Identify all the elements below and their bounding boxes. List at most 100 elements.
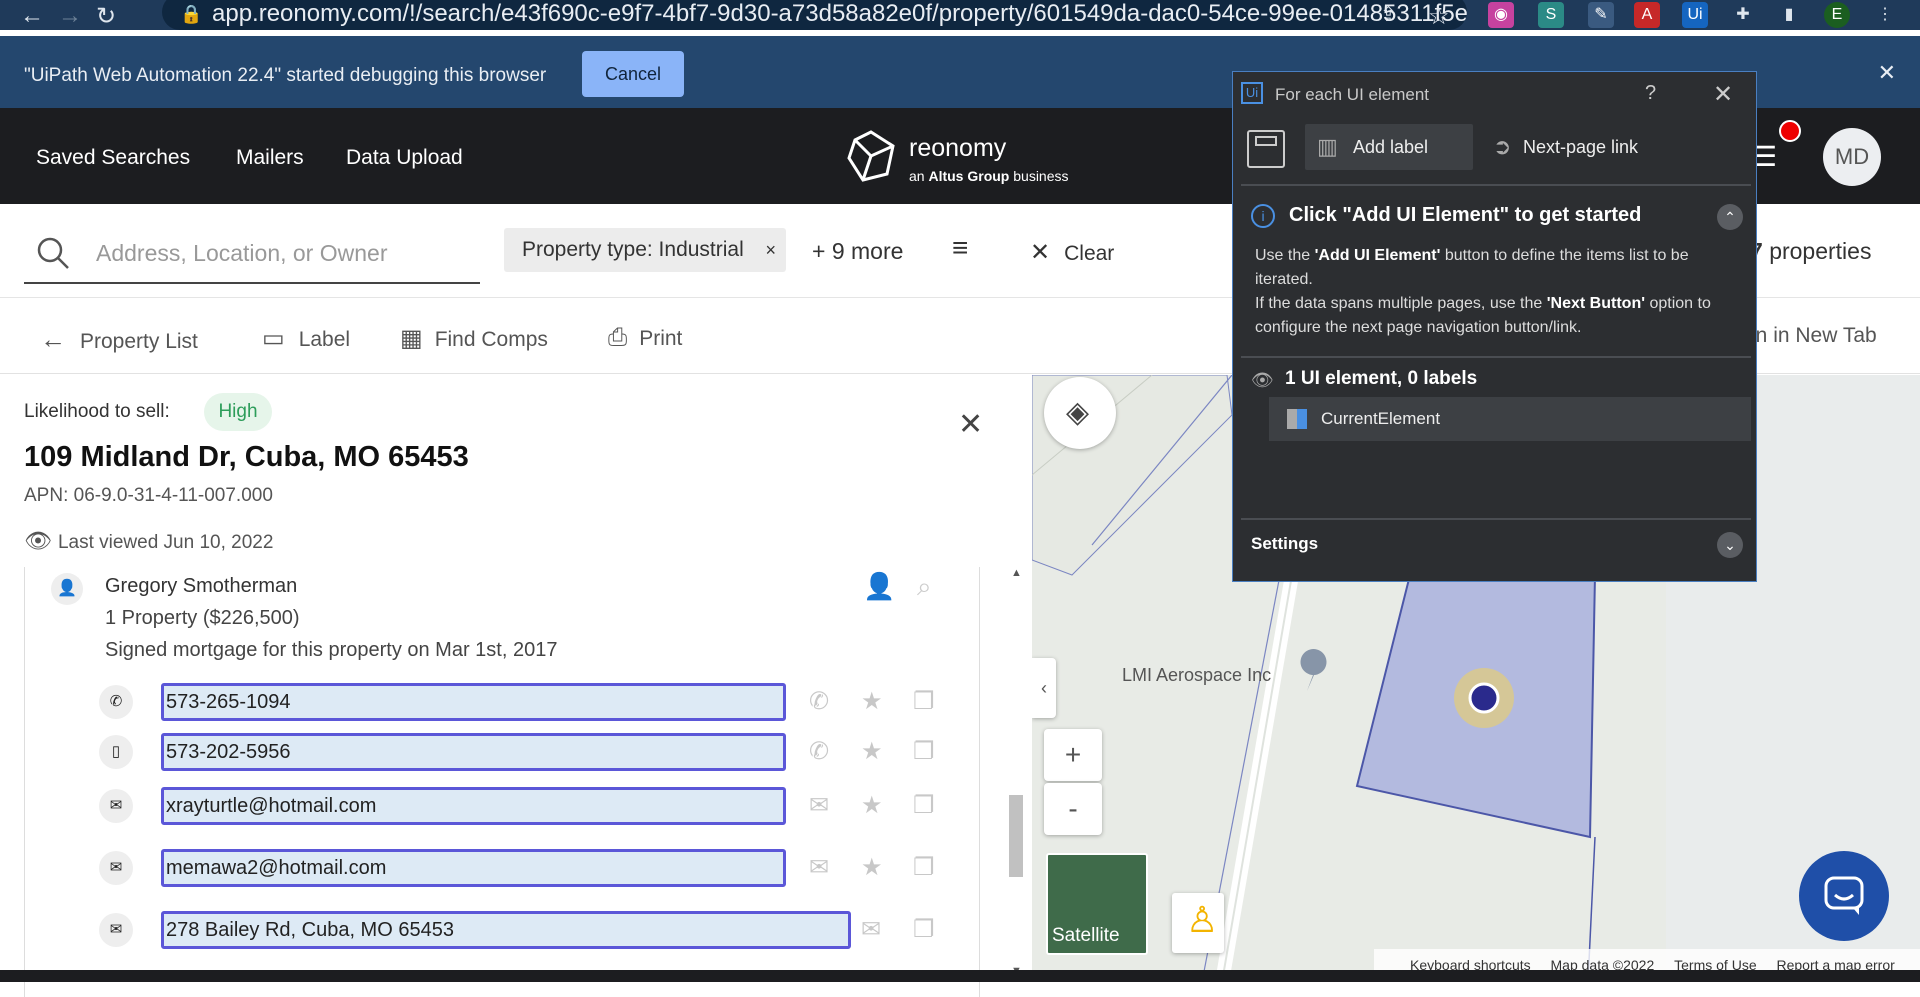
contact-field-email[interactable]: xrayturtle@hotmail.com — [161, 787, 786, 825]
hint-title: Click "Add UI Element" to get started — [1289, 204, 1642, 226]
profile-avatar[interactable]: E — [1824, 2, 1850, 28]
zoom-in-button[interactable]: + — [1044, 729, 1102, 781]
cancel-debug-button[interactable]: Cancel — [582, 51, 684, 97]
copy-icon[interactable]: ❐ — [913, 737, 935, 766]
collapse-chevron-icon[interactable]: ⌃ — [1717, 204, 1743, 230]
copy-icon[interactable]: ❐ — [913, 687, 935, 716]
favorite-star-icon[interactable]: ★ — [861, 791, 883, 820]
label-button[interactable]: ▭ Label — [262, 324, 350, 353]
address-bar[interactable]: 🔒 app.reonomy.com/!/search/e43f690c-e9f7… — [162, 0, 1467, 30]
info-icon: i — [1251, 204, 1275, 228]
clear-x-icon: ✕ — [1030, 239, 1051, 266]
extension-color-icon[interactable]: ◉ — [1488, 2, 1514, 28]
find-comps-button[interactable]: ▦ Find Comps — [400, 324, 548, 353]
print-button[interactable]: ⎙ Print — [608, 324, 682, 352]
satellite-label: Satellite — [1052, 925, 1120, 946]
phone-icon: ✆ — [99, 685, 133, 719]
printer-icon: ⎙ — [608, 324, 628, 351]
clear-label: Clear — [1064, 242, 1115, 265]
browser-toolbar: ← → ↻ 🔒 app.reonomy.com/!/search/e43f690… — [0, 0, 1920, 30]
mailbox-icon: ✉ — [99, 913, 133, 947]
chat-icon — [1824, 876, 1864, 915]
extensions-puzzle-icon[interactable]: ✚ — [1730, 2, 1756, 28]
call-icon[interactable]: ✆ — [809, 737, 829, 766]
satellite-toggle[interactable]: Satellite — [1046, 853, 1148, 955]
layers-icon: ◈ — [1066, 396, 1090, 429]
extension-pen-icon[interactable]: ✎ — [1588, 2, 1614, 28]
scroll-up-icon[interactable]: ▲ — [1011, 567, 1022, 579]
next-page-link-button[interactable]: ➲ Next-page link — [1485, 124, 1685, 170]
browser-menu-icon[interactable]: ⋮ — [1872, 2, 1898, 28]
current-element-item[interactable]: CurrentElement — [1269, 397, 1751, 441]
owner-search-icon[interactable]: ⌕ — [917, 571, 932, 603]
contact-field-mobile[interactable]: 573-202-5956 — [161, 733, 786, 771]
settings-label[interactable]: Settings — [1251, 534, 1318, 554]
map-poi-label[interactable]: LMI Aerospace Inc — [1122, 665, 1271, 686]
contact-field-email[interactable]: memawa2@hotmail.com — [161, 849, 786, 887]
mail-icon[interactable]: ✉ — [809, 853, 829, 882]
extension-s-icon[interactable]: S — [1538, 2, 1564, 28]
zoom-out-button[interactable]: - — [1044, 783, 1102, 835]
uipath-logo-icon: Ui — [1241, 82, 1263, 104]
property-address: 109 Midland Dr, Cuba, MO 65453 — [24, 441, 469, 473]
mailbox-action-icon[interactable]: ✉ — [861, 915, 881, 944]
open-new-tab-button[interactable]: en in New Tab — [1744, 324, 1877, 348]
uipath-panel-title: For each UI element — [1275, 85, 1430, 104]
search-input[interactable]: Address, Location, or Owner — [24, 224, 480, 284]
close-icon[interactable]: ✕ — [1713, 80, 1733, 109]
expand-chevron-icon[interactable]: ⌄ — [1717, 532, 1743, 558]
mail-icon[interactable]: ✉ — [809, 791, 829, 820]
property-list-button[interactable]: ← Property List — [40, 324, 198, 355]
back-arrow-icon[interactable]: ← — [20, 2, 44, 30]
add-label-button[interactable]: ▥ Add label — [1305, 124, 1473, 170]
extension-uipath-icon[interactable]: Ui — [1682, 2, 1708, 28]
bookmark-star-icon[interactable]: ☆ — [1428, 2, 1450, 31]
chat-launcher-button[interactable] — [1799, 851, 1889, 941]
side-panel-icon[interactable]: ▮ — [1776, 2, 1802, 28]
map-layers-button[interactable]: ◈ — [1044, 377, 1116, 449]
filter-chip-property-type[interactable]: Property type: Industrial × — [504, 228, 786, 272]
contact-field-phone[interactable]: 573-265-1094 — [161, 683, 786, 721]
copy-icon[interactable]: ❐ — [913, 915, 935, 944]
user-avatar[interactable]: MD — [1823, 128, 1881, 186]
divider — [1241, 184, 1751, 186]
reload-icon[interactable]: ↻ — [96, 2, 116, 31]
favorite-star-icon[interactable]: ★ — [861, 853, 883, 882]
eye-icon[interactable]: 👁 — [1251, 370, 1274, 391]
favorite-star-icon[interactable]: ★ — [861, 687, 883, 716]
favorite-star-icon[interactable]: ★ — [861, 737, 883, 766]
filter-icon[interactable]: ≡ — [952, 232, 968, 264]
help-icon[interactable]: ? — [1645, 82, 1656, 105]
street-view-pegman-icon[interactable]: ♙ — [1172, 893, 1224, 953]
forward-arrow-icon[interactable]: → — [58, 2, 82, 30]
panel-scrollbar[interactable]: ▲ ▼ — [1007, 567, 1025, 977]
nav-saved-searches[interactable]: Saved Searches — [36, 146, 190, 170]
close-panel-icon[interactable]: ✕ — [958, 407, 983, 442]
remove-filter-icon[interactable]: × — [765, 228, 776, 272]
owner-mortgage: Signed mortgage for this property on Mar… — [105, 639, 558, 661]
copy-icon[interactable]: ❐ — [913, 853, 935, 882]
owner-properties: 1 Property ($226,500) — [105, 607, 300, 629]
lock-icon: 🔒 — [180, 4, 203, 24]
copy-icon[interactable]: ❐ — [913, 791, 935, 820]
back-arrow-icon: ← — [40, 324, 66, 354]
owner-name: Gregory Smotherman — [105, 575, 298, 597]
clear-filters-button[interactable]: ✕ Clear — [1030, 238, 1114, 267]
divider — [1241, 518, 1751, 520]
more-filters-link[interactable]: + 9 more — [812, 238, 903, 265]
nav-data-upload[interactable]: Data Upload — [346, 146, 463, 170]
call-icon[interactable]: ✆ — [809, 687, 829, 716]
extension-pdf-icon[interactable]: A — [1634, 2, 1660, 28]
reonomy-logo[interactable]: reonomy an Altus Group business — [845, 130, 1085, 186]
save-icon[interactable] — [1247, 130, 1285, 168]
share-icon[interactable]: ⇪ — [1380, 2, 1397, 27]
find-comps-label: Find Comps — [434, 328, 548, 351]
collapse-panel-chevron-icon[interactable]: ‹ — [1032, 658, 1056, 718]
contact-field-address[interactable]: 278 Bailey Rd, Cuba, MO 65453 — [161, 911, 851, 949]
nav-mailers[interactable]: Mailers — [236, 146, 304, 170]
scrollbar-thumb[interactable] — [1009, 795, 1023, 877]
close-infobar-icon[interactable]: ✕ — [1878, 60, 1896, 86]
owner-profile-icon[interactable]: 👤 — [863, 571, 895, 602]
mobile-icon: ▯ — [99, 735, 133, 769]
likelihood-label: Likelihood to sell: — [24, 401, 170, 422]
